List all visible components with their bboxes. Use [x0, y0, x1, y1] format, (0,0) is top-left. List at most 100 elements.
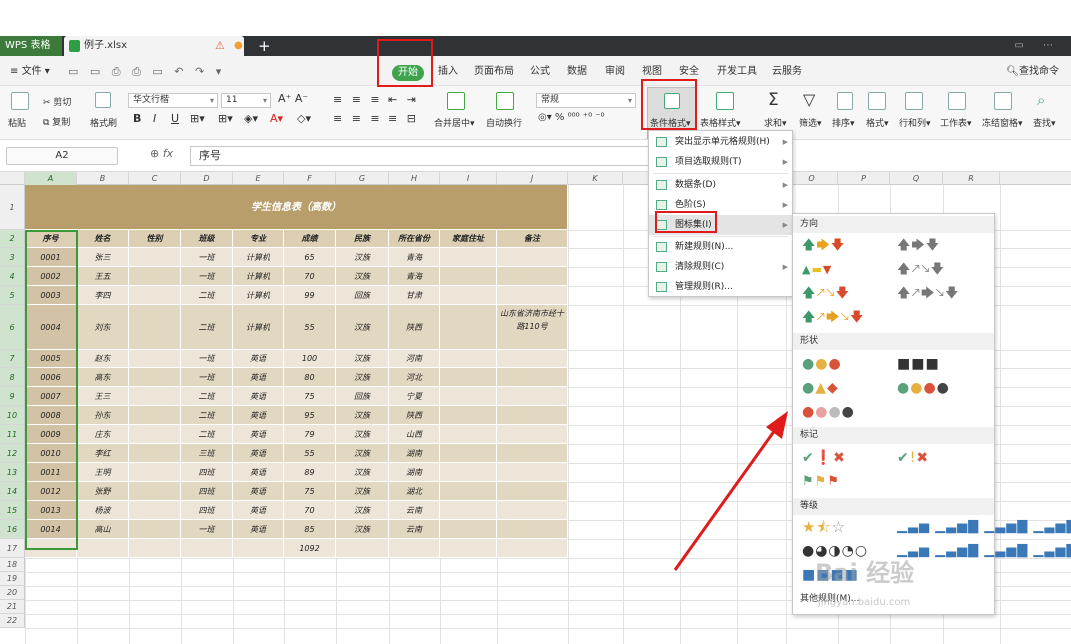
row-col-button[interactable]: 行和列▾: [899, 116, 931, 129]
table-cell[interactable]: 英语: [233, 425, 284, 444]
row-header-16[interactable]: 16: [0, 520, 25, 539]
freeze-panes-icon[interactable]: [994, 92, 1012, 110]
copy-button[interactable]: ⧉ 复制: [43, 115, 70, 128]
column-header-D[interactable]: D: [181, 172, 233, 185]
total-cell[interactable]: 1092: [284, 539, 336, 558]
table-cell[interactable]: [440, 501, 497, 520]
tab-insert[interactable]: 插入: [438, 56, 458, 86]
format-painter-icon[interactable]: [95, 92, 111, 108]
row-index-cell[interactable]: 0006: [25, 368, 77, 387]
row-index-cell[interactable]: 0009: [25, 425, 77, 444]
format-button[interactable]: 格式▾: [866, 116, 889, 129]
row-header-17[interactable]: 17: [0, 539, 25, 558]
tab-review[interactable]: 审阅: [605, 56, 625, 86]
table-cell[interactable]: 张三: [77, 248, 129, 267]
table-cell[interactable]: 陕西: [389, 305, 440, 350]
row-index-cell[interactable]: 0010: [25, 444, 77, 463]
table-cell[interactable]: 英语: [233, 520, 284, 539]
table-cell[interactable]: 计算机: [233, 286, 284, 305]
table-cell[interactable]: [497, 267, 568, 286]
table-cell[interactable]: 英语: [233, 387, 284, 406]
table-cell[interactable]: [129, 305, 181, 350]
paste-icon[interactable]: [11, 92, 29, 110]
wrap-text-button[interactable]: 自动换行: [486, 116, 522, 129]
table-cell[interactable]: 一班: [181, 520, 233, 539]
table-cell[interactable]: [497, 406, 568, 425]
font-size-select[interactable]: 11: [221, 93, 271, 108]
table-cell[interactable]: [497, 520, 568, 539]
table-cell[interactable]: 英语: [233, 406, 284, 425]
table-cell[interactable]: 英语: [233, 482, 284, 501]
row-header-8[interactable]: 8: [0, 368, 25, 387]
align-top-buttons[interactable]: ≡ ≡ ≡: [333, 93, 383, 106]
wrap-text-icon[interactable]: [496, 92, 514, 110]
row-index-cell[interactable]: 0004: [25, 305, 77, 350]
table-cell[interactable]: 汉族: [336, 248, 389, 267]
table-cell[interactable]: 高山: [77, 520, 129, 539]
table-cell[interactable]: 湖北: [389, 482, 440, 501]
table-cell[interactable]: 四班: [181, 463, 233, 482]
table-cell[interactable]: [440, 444, 497, 463]
table-cell[interactable]: 55: [284, 305, 336, 350]
flags-3-icon[interactable]: ⚑⚑⚑: [802, 474, 840, 490]
worksheet-icon[interactable]: [948, 92, 966, 110]
underline-button[interactable]: U: [171, 112, 179, 125]
table-cell[interactable]: 甘肃: [389, 286, 440, 305]
table-cell[interactable]: 四班: [181, 501, 233, 520]
table-cell[interactable]: [497, 387, 568, 406]
table-cell[interactable]: 英语: [233, 501, 284, 520]
table-cell[interactable]: 汉族: [336, 368, 389, 387]
signal-bars-5-icon[interactable]: ▁▃▅ ▁▃▅▇ ▁▃▅▇ ▁▃▅▇: [897, 543, 1071, 559]
table-cell[interactable]: [129, 501, 181, 520]
row-index-cell[interactable]: 0013: [25, 501, 77, 520]
symbols-circled-icon[interactable]: ✔❗✖: [802, 450, 846, 466]
menu-top-bottom-rules[interactable]: 项目选取规则(T) ▶: [649, 152, 792, 172]
table-cell[interactable]: 一班: [181, 248, 233, 267]
red-to-black-icon[interactable]: ●●●●: [802, 404, 855, 420]
table-cell[interactable]: [77, 539, 129, 558]
row-index-cell[interactable]: 0002: [25, 267, 77, 286]
column-title[interactable]: 家庭住址: [440, 230, 497, 248]
row-header-10[interactable]: 10: [0, 406, 25, 425]
bold-button[interactable]: B: [133, 112, 141, 125]
column-header-F[interactable]: F: [284, 172, 336, 185]
stars-3-icon[interactable]: ★⯪☆: [802, 519, 846, 535]
tab-view[interactable]: 视图: [642, 56, 662, 86]
table-cell[interactable]: 二班: [181, 406, 233, 425]
column-title[interactable]: 备注: [497, 230, 568, 248]
table-cell[interactable]: 79: [284, 425, 336, 444]
table-cell[interactable]: 计算机: [233, 248, 284, 267]
table-cell[interactable]: 55: [284, 444, 336, 463]
table-cell[interactable]: 李四: [77, 286, 129, 305]
menu-new-rule[interactable]: 新建规则(N)...: [649, 237, 792, 257]
table-cell[interactable]: 王三: [77, 387, 129, 406]
menu-clear-rules[interactable]: 清除规则(C) ▶: [649, 257, 792, 277]
column-header-O[interactable]: O: [786, 172, 838, 185]
table-cell[interactable]: [497, 482, 568, 501]
merge-center-button[interactable]: 合并居中▾: [434, 116, 475, 129]
column-title[interactable]: 班级: [181, 230, 233, 248]
table-cell[interactable]: [497, 368, 568, 387]
table-cell[interactable]: [440, 350, 497, 368]
table-cell[interactable]: 100: [284, 350, 336, 368]
table-cell[interactable]: [129, 267, 181, 286]
row-col-icon[interactable]: [905, 92, 923, 110]
table-cell[interactable]: 80: [284, 368, 336, 387]
row-header-20[interactable]: 20: [0, 586, 25, 600]
table-cell[interactable]: 一班: [181, 368, 233, 387]
column-header-B[interactable]: B: [77, 172, 129, 185]
table-cell[interactable]: 高东: [77, 368, 129, 387]
table-cell[interactable]: [129, 444, 181, 463]
row-header-9[interactable]: 9: [0, 387, 25, 406]
traffic-lights-rimmed-icon[interactable]: ■■■: [897, 356, 940, 372]
formula-input[interactable]: 序号: [190, 146, 660, 166]
row-header-12[interactable]: 12: [0, 444, 25, 463]
table-cell[interactable]: 杨波: [77, 501, 129, 520]
file-menu[interactable]: ≡ 文件 ▾: [10, 56, 50, 86]
row-header-15[interactable]: 15: [0, 501, 25, 520]
align-left-buttons[interactable]: ≡ ≡ ≡: [333, 112, 383, 125]
table-cell[interactable]: [497, 350, 568, 368]
table-cell[interactable]: [440, 368, 497, 387]
filter-button[interactable]: 筛选▾: [799, 116, 822, 129]
table-cell[interactable]: 汉族: [336, 520, 389, 539]
